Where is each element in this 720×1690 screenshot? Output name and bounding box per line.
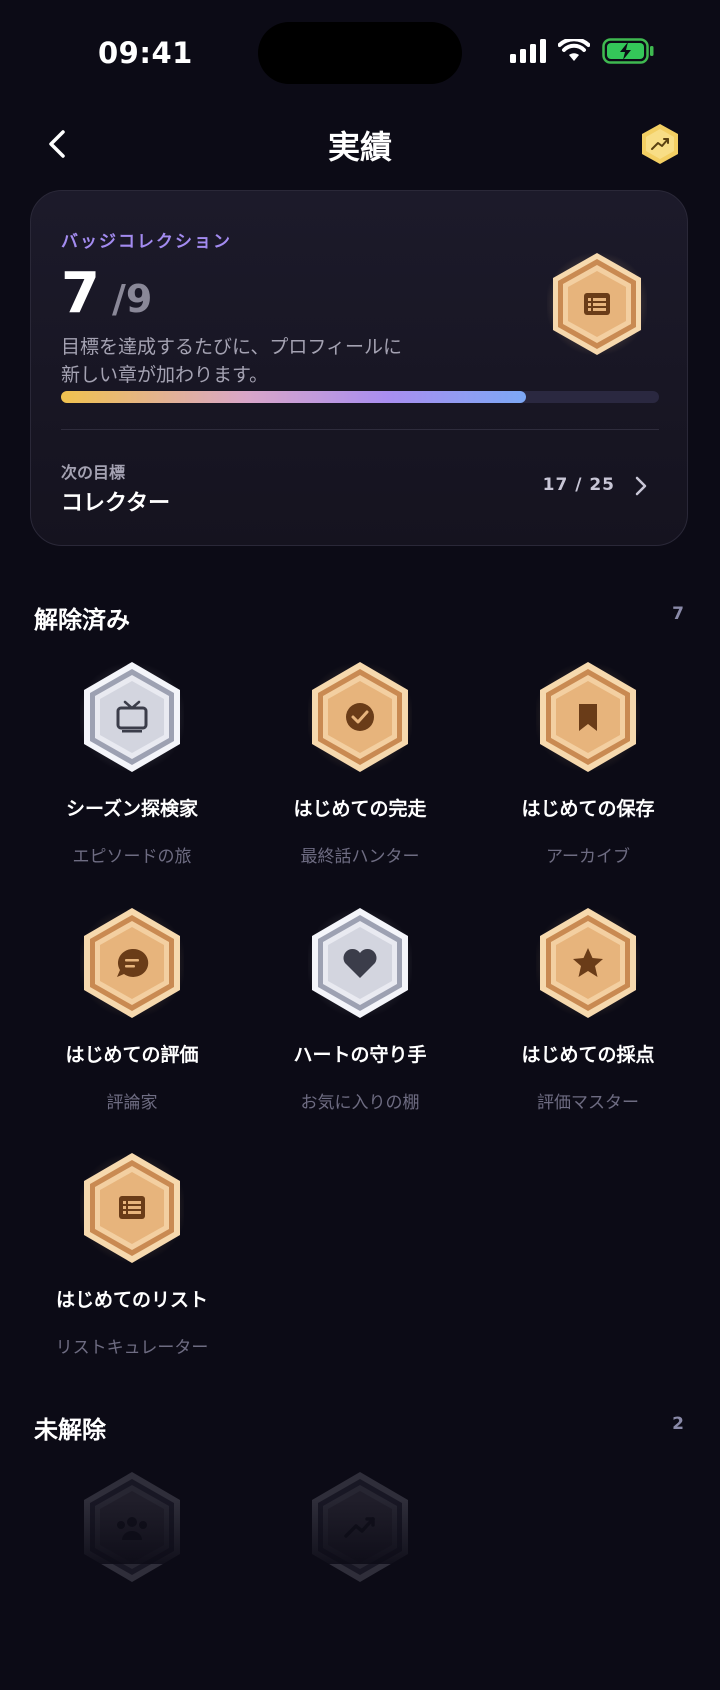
badge-subtitle: リストキュレーター: [55, 1338, 209, 1358]
locked-section-title: 未解除: [34, 1416, 106, 1444]
badge-heart-keeper[interactable]: ハートの守り手 お気に入りの棚: [246, 906, 474, 1126]
badge-name: はじめての保存: [521, 798, 655, 820]
hero-list-badge-icon: [547, 252, 647, 356]
unlocked-section-count: 7: [672, 604, 684, 624]
badge-name: シーズン探検家: [65, 798, 199, 820]
next-goal-label: 次の目標: [61, 463, 126, 482]
page-title: 実績: [327, 128, 392, 166]
count-separator: /: [111, 277, 126, 321]
badge-name: はじめてのリスト: [55, 1289, 208, 1311]
badge-name: ハートの守り手: [293, 1044, 427, 1066]
badge-subtitle: アーカイブ: [546, 847, 630, 867]
status-time: 09:41: [98, 36, 193, 70]
star-icon: [536, 908, 640, 1018]
chat-bubble-icon: [80, 908, 184, 1018]
badge-first-list[interactable]: はじめてのリスト リストキュレーター: [18, 1151, 246, 1371]
locked-section-count: 2: [672, 1414, 684, 1434]
badge-count: 7 / 9: [61, 261, 152, 326]
badge-first-review[interactable]: はじめての評価 評論家: [18, 906, 246, 1126]
wifi-icon: [558, 39, 590, 61]
unlocked-section-title: 解除済み: [34, 606, 130, 634]
badge-first-rating[interactable]: はじめての採点 評価マスター: [474, 906, 702, 1126]
card-eyebrow: バッジコレクション: [61, 232, 232, 252]
badge-name: はじめての採点: [521, 1044, 655, 1066]
badge-name: はじめての完走: [293, 798, 427, 820]
chevron-right-icon[interactable]: [631, 475, 651, 497]
cellular-signal-icon: [510, 39, 546, 63]
dynamic-island: [258, 22, 462, 84]
badge-subtitle: エピソードの旅: [72, 847, 192, 867]
badge-name: はじめての評価: [65, 1044, 199, 1066]
description-line-1: 目標を達成するたびに、プロフィールに: [61, 336, 403, 358]
badge-subtitle: お気に入りの棚: [300, 1093, 420, 1113]
bottom-fade: [0, 1500, 720, 1564]
heart-icon: [308, 908, 412, 1018]
badge-season-explorer[interactable]: シーズン探検家 エピソードの旅: [18, 660, 246, 880]
status-icons: [510, 38, 654, 64]
list-icon: [80, 1153, 184, 1263]
card-description: 目標を達成するたびに、プロフィールに 新しい章が加わります。: [61, 333, 441, 389]
check-circle-icon: [308, 662, 412, 772]
trending-badge-icon[interactable]: [640, 122, 680, 166]
badge-subtitle: 最終話ハンター: [300, 847, 420, 867]
badge-collection-card: バッジコレクション 7 / 9 目標を達成するたびに、プロフィールに 新しい章が…: [30, 190, 688, 546]
progress-fill: [61, 391, 527, 403]
description-line-2: 新しい章が加わります。: [61, 364, 269, 386]
battery-charging-icon: [602, 38, 654, 64]
bookmark-icon: [536, 662, 640, 772]
badge-subtitle: 評論家: [106, 1093, 158, 1113]
badge-first-completion[interactable]: はじめての完走 最終話ハンター: [246, 660, 474, 880]
status-bar: 09:41: [0, 0, 720, 105]
total-count: 9: [125, 277, 153, 321]
nav-bar: 実績: [0, 112, 720, 176]
next-goal-name[interactable]: コレクター: [61, 485, 170, 517]
tv-icon: [80, 662, 184, 772]
next-goal-progress: 17 / 25: [542, 475, 615, 495]
divider: [61, 429, 659, 430]
badge-first-save[interactable]: はじめての保存 アーカイブ: [474, 660, 702, 880]
collection-progress-bar: [61, 391, 659, 403]
unlocked-count: 7: [61, 261, 100, 326]
badge-subtitle: 評価マスター: [537, 1093, 639, 1113]
